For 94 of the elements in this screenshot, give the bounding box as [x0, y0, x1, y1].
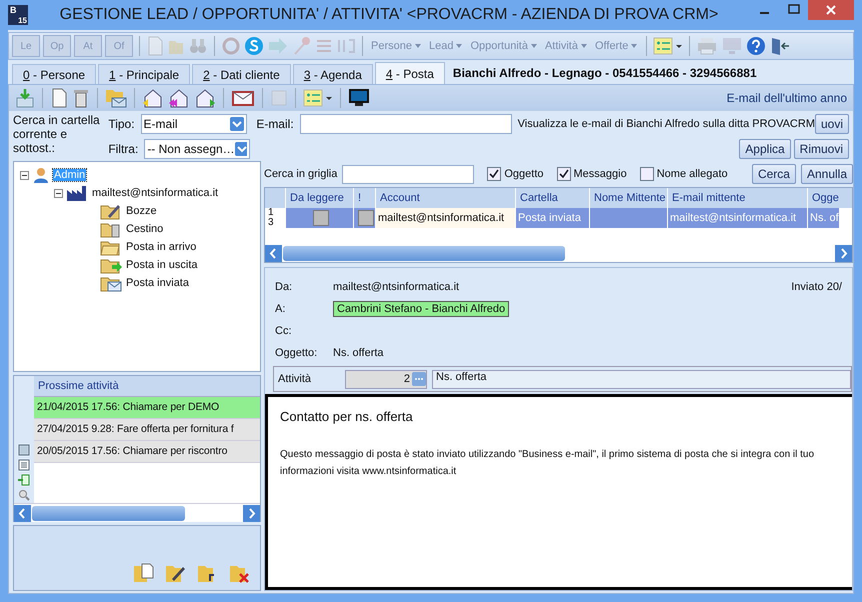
activity-row[interactable]: 20/05/2015 17.56: Chiamare per riscontro	[34, 441, 260, 463]
reply-icon[interactable]	[142, 88, 164, 108]
forward-icon[interactable]	[194, 88, 216, 108]
field-label: Attività	[278, 373, 312, 385]
contact-header: Bianchi Alfredo - Legnago - 0541554466 - 3294566881	[452, 66, 757, 82]
tab[interactable]: 3 - Agenda	[292, 64, 373, 84]
sent-date: Inviato 20/	[791, 281, 842, 293]
field-label: Da:	[275, 281, 294, 293]
trash-icon[interactable]	[72, 88, 90, 108]
partly-covered-button[interactable]: uovi	[814, 114, 849, 134]
filter-info-text: Visualizza le e-mail di Bianchi Alfredo sulla ditta PROVACRM	[518, 118, 815, 130]
reply-all-icon[interactable]	[168, 88, 190, 108]
tree-item[interactable]: Bozze	[125, 205, 158, 217]
skype-icon[interactable]	[244, 36, 264, 56]
recipient-chip[interactable]: Cambrini Stefano - Bianchi Alfredo	[333, 301, 510, 317]
user-icon	[32, 166, 50, 184]
activity-description-field[interactable]: Ns. offerta	[432, 370, 851, 388]
unread-checkbox[interactable]	[312, 210, 328, 226]
row-number: 1 3	[267, 208, 275, 228]
monitor-icon[interactable]	[348, 88, 370, 108]
filter-dropdown[interactable]: -- Non assegn…	[144, 138, 250, 158]
tree-item[interactable]: Posta inviata	[125, 277, 190, 289]
filter-button[interactable]: Applica	[739, 138, 791, 158]
checkbox[interactable]	[556, 167, 571, 181]
scroll-left-icon[interactable]	[265, 244, 282, 262]
filter-button[interactable]: Rimuovi	[794, 138, 849, 158]
table-cell: mailtest@ntsinformatica.it	[667, 208, 807, 228]
message-text: informazioni visita www.ntsinformatica.it	[280, 465, 458, 479]
tree-item[interactable]: Posta in arrivo	[125, 241, 198, 253]
help-icon[interactable]	[746, 36, 766, 56]
folder-mail-icon[interactable]	[105, 88, 127, 108]
activity-row[interactable]: 27/04/2015 9.28: Fare offerta per fornitura f	[34, 419, 260, 441]
tab[interactable]: 4 - Posta	[374, 62, 445, 84]
list-icon[interactable]	[18, 459, 30, 471]
activity-number-field[interactable]: 2	[345, 370, 427, 388]
table-cell: Ns. of	[807, 208, 839, 228]
field-label: Cc:	[275, 325, 292, 337]
grid-search-field[interactable]	[342, 164, 474, 184]
checkbox[interactable]	[640, 167, 654, 181]
checklist-icon[interactable]	[303, 88, 333, 108]
window-title: GESTIONE LEAD / OPPORTUNITA' / ATTIVITA' <PROVACRM - AZIENDA DI PROVA CRM>	[58, 6, 720, 24]
horizontal-scrollbar[interactable]	[265, 244, 852, 262]
download-mail-icon[interactable]	[15, 88, 35, 108]
filter-caption: E-mail dell'ultimo anno	[726, 91, 847, 105]
message-text: Questo messaggio di posta è stato inviato utilizzando "Business e-mail", il primo sistema di posta che si integra con il tuo	[280, 448, 816, 462]
dropdown-arrow-icon[interactable]	[234, 142, 248, 156]
ellipsis-button-icon[interactable]	[412, 372, 426, 386]
field-label: A:	[275, 303, 286, 315]
scroll-right-icon[interactable]	[243, 504, 260, 522]
checkbox-label: Messaggio	[574, 168, 627, 180]
horizontal-scrollbar[interactable]	[14, 503, 260, 522]
close-icon[interactable]	[808, 0, 854, 20]
tree-item[interactable]: Cestino	[125, 223, 164, 235]
checkbox[interactable]	[487, 167, 502, 181]
table-cell: mailtest@ntsinformatica.it	[375, 208, 515, 228]
factory-icon	[66, 184, 88, 202]
new-document-icon[interactable]	[50, 88, 68, 108]
app-logo: B 15	[8, 5, 28, 25]
scroll-left-icon[interactable]	[14, 504, 31, 522]
tree-item[interactable]: mailtest@ntsinformatica.it	[91, 187, 220, 199]
grid-search-label: Cerca in griglia	[264, 168, 338, 180]
add-list-icon[interactable]	[18, 474, 30, 486]
checklist-icon[interactable]	[653, 36, 684, 56]
flag-checkbox[interactable]	[358, 210, 374, 226]
field-value: Ns. offerta	[333, 347, 384, 359]
table-cell: Posta inviata	[515, 208, 589, 228]
activity-row[interactable]: 21/04/2015 17.56: Chiamare per DEMO	[34, 397, 260, 419]
grid-search-button[interactable]: Cerca	[752, 164, 796, 184]
tab[interactable]: 1 - Principale	[98, 64, 190, 84]
type-dropdown[interactable]: E-mail	[140, 114, 247, 134]
search-icon[interactable]	[18, 489, 30, 501]
field-value: mailtest@ntsinformatica.it	[333, 281, 460, 293]
email-field[interactable]	[300, 114, 512, 134]
scroll-right-icon[interactable]	[835, 244, 852, 262]
checkbox-label: Nome allegato	[656, 168, 728, 180]
type-label: Tipo:	[108, 116, 135, 130]
tree-item[interactable]: Posta in uscita	[125, 259, 199, 271]
column-header: Prossime attività	[34, 376, 260, 397]
grid-search-button[interactable]: Annulla	[800, 164, 853, 184]
email-label: E-mail:	[256, 116, 294, 130]
collapse-icon[interactable]	[54, 188, 63, 198]
field-label: Oggetto:	[275, 347, 318, 359]
collapse-icon[interactable]	[20, 170, 29, 180]
tab[interactable]: 0 - Persone	[12, 64, 96, 84]
folder-icon	[100, 202, 122, 220]
tab[interactable]: 2 - Dati cliente	[192, 64, 291, 84]
envelope-icon[interactable]	[231, 88, 255, 108]
filter-label: Filtra:	[108, 142, 138, 156]
grid-row[interactable]: 1 3 mailtest@ntsinformatica.it Posta inviata mailtest@ntsinformatica.it Ns. of	[265, 208, 852, 228]
new-folder-icon[interactable]	[132, 562, 154, 584]
exit-door-icon[interactable]	[769, 36, 792, 56]
search-scope-label: Cerca in cartella corrente e sottost.:	[13, 113, 101, 157]
message-heading: Contatto per ns. offerta	[280, 409, 414, 424]
checkbox-label: Oggetto	[504, 168, 544, 180]
